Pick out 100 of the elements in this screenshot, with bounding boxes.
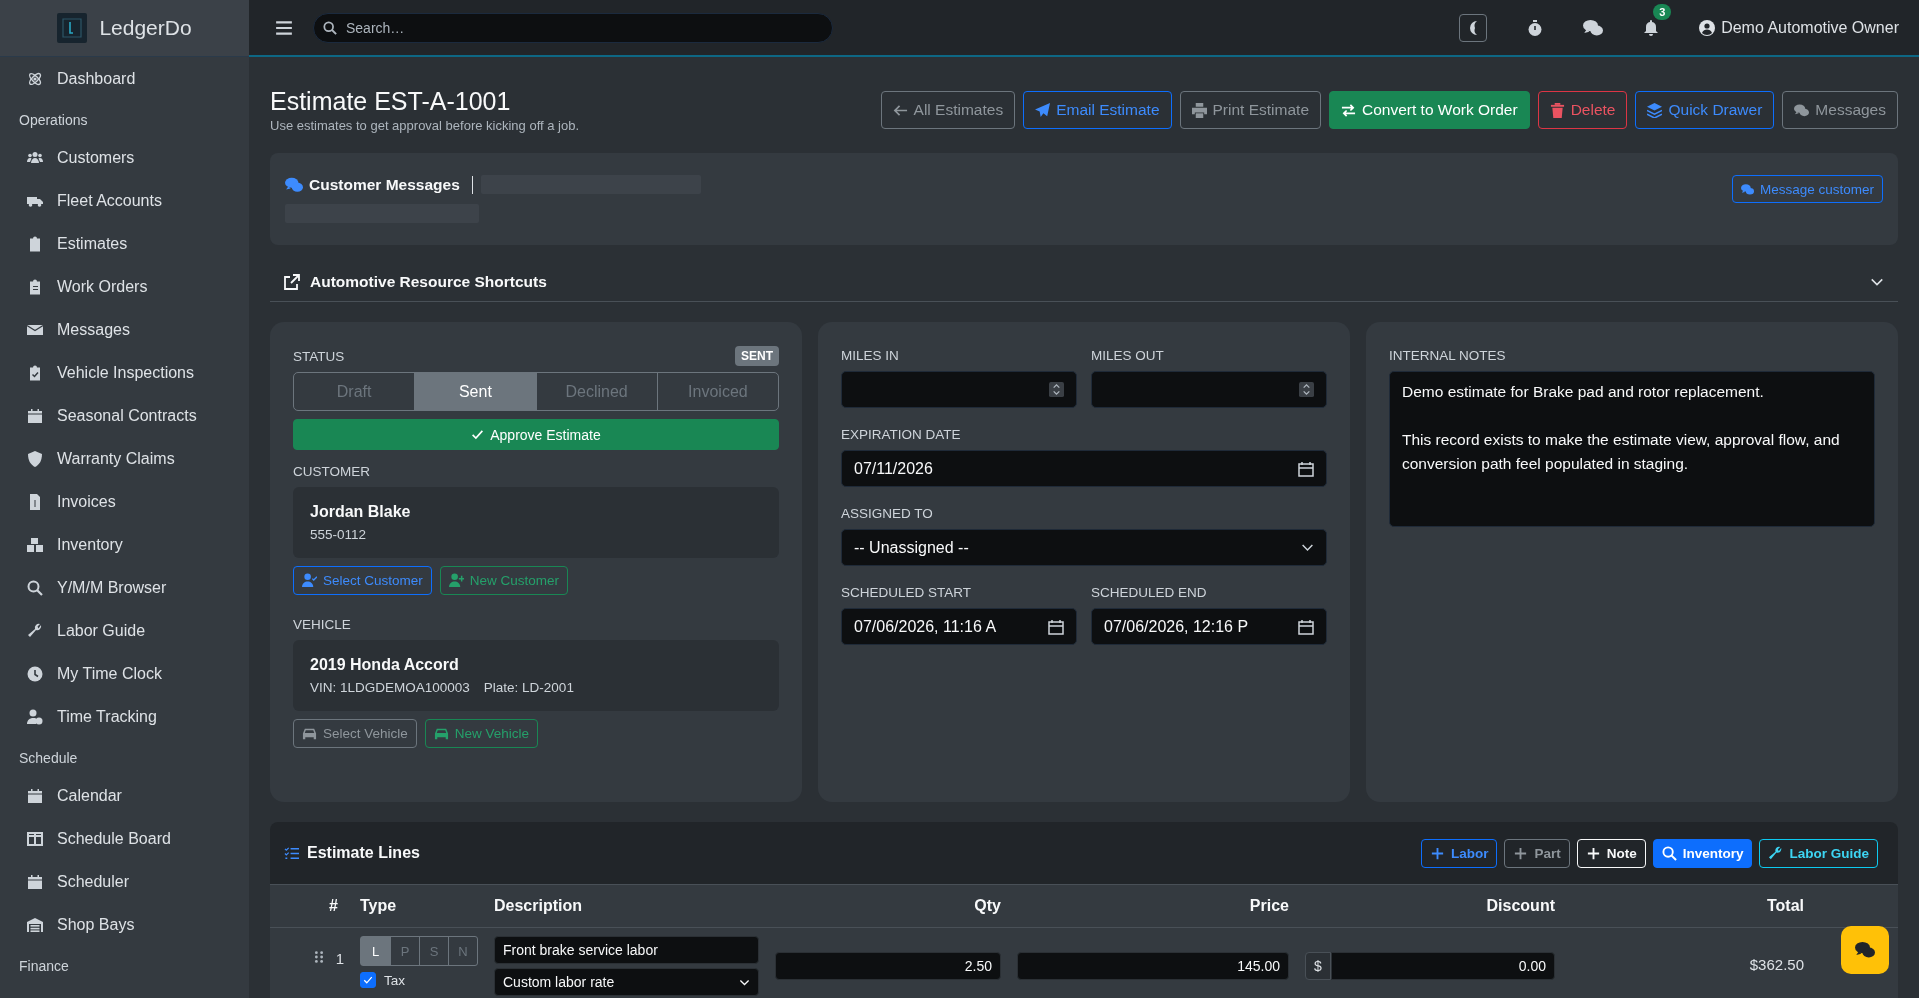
message-customer-button[interactable]: Message customer (1731, 175, 1883, 203)
toolbar-button[interactable]: Part (1504, 838, 1570, 868)
sidebar-item[interactable]: Shop Bays (0, 903, 249, 946)
swap-icon (1341, 102, 1356, 118)
toolbar-button[interactable]: Labor Guide (1759, 838, 1878, 868)
number-field[interactable] (1091, 371, 1327, 408)
column-header: Total (1563, 884, 1812, 928)
field-label: MILES OUT (1091, 348, 1165, 363)
spinner-icon (1299, 382, 1314, 397)
stopwatch-icon[interactable] (1527, 19, 1544, 36)
toolbar-button[interactable]: Select Customer (293, 566, 432, 595)
action-button[interactable]: Convert to Work Order (1329, 91, 1530, 129)
toolbar-button[interactable]: Select Vehicle (293, 719, 417, 748)
sidebar-item[interactable]: Fleet Accounts (0, 179, 249, 222)
status-badge: SENT (735, 346, 779, 366)
field-label: EXPIRATION DATE (841, 427, 962, 442)
sidebar-item[interactable]: Dashboard (0, 57, 249, 100)
calendar-icon (27, 407, 43, 424)
page-subtitle: Use estimates to get approval before kicking off a job. (270, 118, 580, 133)
action-button[interactable]: All Estimates (880, 91, 1016, 129)
price-field[interactable]: 145.00 (1017, 952, 1289, 980)
comments-icon (1740, 182, 1754, 196)
calendar-icon (1048, 618, 1064, 635)
user-clock-icon (27, 708, 43, 725)
user-circle-icon (1699, 19, 1716, 36)
spinner-icon (1049, 382, 1064, 397)
description-field[interactable]: Front brake service labor (494, 936, 759, 964)
line-total: $362.50 (1749, 956, 1804, 973)
rate-select[interactable]: Custom labor rate (494, 968, 759, 996)
menu-icon[interactable] (275, 18, 293, 37)
sidebar-item[interactable]: Labor Guide (0, 609, 249, 652)
sidebar-item[interactable]: Inventory (0, 523, 249, 566)
action-button[interactable]: Quick Drawer (1635, 91, 1775, 129)
sidebar-item[interactable]: Seasonal Contracts (0, 394, 249, 437)
approve-button[interactable]: Approve Estimate (293, 419, 779, 450)
sidebar-item[interactable]: Messages (0, 308, 249, 351)
column-header: Qty (767, 884, 1009, 928)
plus-icon (1513, 845, 1529, 861)
theme-toggle-button[interactable] (1459, 13, 1488, 42)
field-label: INTERNAL NOTES (1389, 348, 1507, 363)
discount-field[interactable]: 0.00 (1330, 952, 1555, 980)
search-field[interactable]: Search… (313, 12, 833, 43)
select-field[interactable]: -- Unassigned -- (841, 529, 1327, 566)
vehicle-name: 2019 Honda Accord (310, 656, 460, 674)
action-button[interactable]: Messages (1782, 91, 1898, 129)
qty-field[interactable]: 2.50 (775, 952, 1001, 980)
user-check-icon (302, 573, 317, 588)
datetime-field[interactable]: 07/06/2026, 11:16 A (841, 608, 1077, 645)
users-icon (27, 149, 43, 166)
sidebar-item[interactable]: Time Tracking (0, 695, 249, 738)
section-title: Estimate Lines (307, 844, 420, 862)
sidebar-item[interactable]: Calendar (0, 774, 249, 817)
plus-icon (1585, 845, 1601, 861)
status-option[interactable]: Sent (414, 373, 536, 410)
sidebar-item[interactable]: Estimates (0, 222, 249, 265)
sidebar-item[interactable]: Schedule Board (0, 817, 249, 860)
chat-button[interactable] (1841, 926, 1889, 974)
wrench-icon (27, 622, 43, 639)
sidebar-item[interactable]: Work Orders (0, 265, 249, 308)
tax-checkbox[interactable] (360, 972, 376, 988)
plus-icon (1429, 845, 1445, 861)
action-button[interactable]: Delete (1537, 91, 1628, 129)
sidebar-item[interactable]: My Time Clock (0, 652, 249, 695)
action-button[interactable]: Email Estimate (1023, 91, 1172, 129)
columns-icon (27, 830, 43, 847)
toolbar-button[interactable]: Inventory (1652, 838, 1753, 868)
toolbar-button[interactable]: New Vehicle (424, 719, 539, 748)
toolbar-button[interactable]: Note (1576, 838, 1646, 868)
toolbar-button[interactable]: New Customer (439, 566, 569, 595)
action-button[interactable]: Print Estimate (1179, 91, 1321, 129)
logo-icon (57, 13, 88, 43)
date-field[interactable]: 07/11/2026 (841, 450, 1327, 487)
sidebar-item[interactable]: Y/M/M Browser (0, 566, 249, 609)
external-link-icon (284, 274, 300, 290)
sidebar-item[interactable]: Invoices (0, 480, 249, 523)
column-header: Type (352, 884, 486, 928)
type-toggle[interactable]: L (361, 937, 390, 965)
number-field[interactable] (841, 371, 1077, 408)
toolbar-button[interactable]: Labor (1420, 838, 1498, 868)
notes-textarea[interactable]: Demo estimate for Brake pad and rotor replacement. This record exists to make the estimate view, approval flow, and conversion path feel populated in staging. (1389, 371, 1875, 527)
bell-icon[interactable] (1643, 19, 1660, 36)
column-header: Description (486, 884, 767, 928)
sidebar-item[interactable]: Customers (0, 136, 249, 179)
sidebar-item[interactable]: Warranty Claims (0, 437, 249, 480)
user-menu[interactable]: Demo Automotive Owner (1721, 18, 1899, 37)
section-title: Automotive Resource Shortcuts (310, 273, 547, 291)
shield-icon (27, 450, 43, 467)
comments-icon (1794, 102, 1810, 118)
calendar-icon (1298, 618, 1314, 635)
field-label: SCHEDULED END (1091, 585, 1208, 600)
datetime-field[interactable]: 07/06/2026, 12:16 P (1091, 608, 1327, 645)
sidebar-item[interactable]: Scheduler (0, 860, 249, 903)
comments-icon[interactable] (1583, 17, 1604, 38)
trash-icon (1549, 102, 1565, 118)
car-icon (433, 726, 449, 741)
calendar-icon (1298, 460, 1314, 477)
checkbox-label: Tax (384, 972, 405, 988)
vehicle-vin: VIN: 1LDGDEMOA100003 (310, 680, 470, 695)
printer-icon (1191, 102, 1207, 118)
sidebar-item[interactable]: Vehicle Inspections (0, 351, 249, 394)
